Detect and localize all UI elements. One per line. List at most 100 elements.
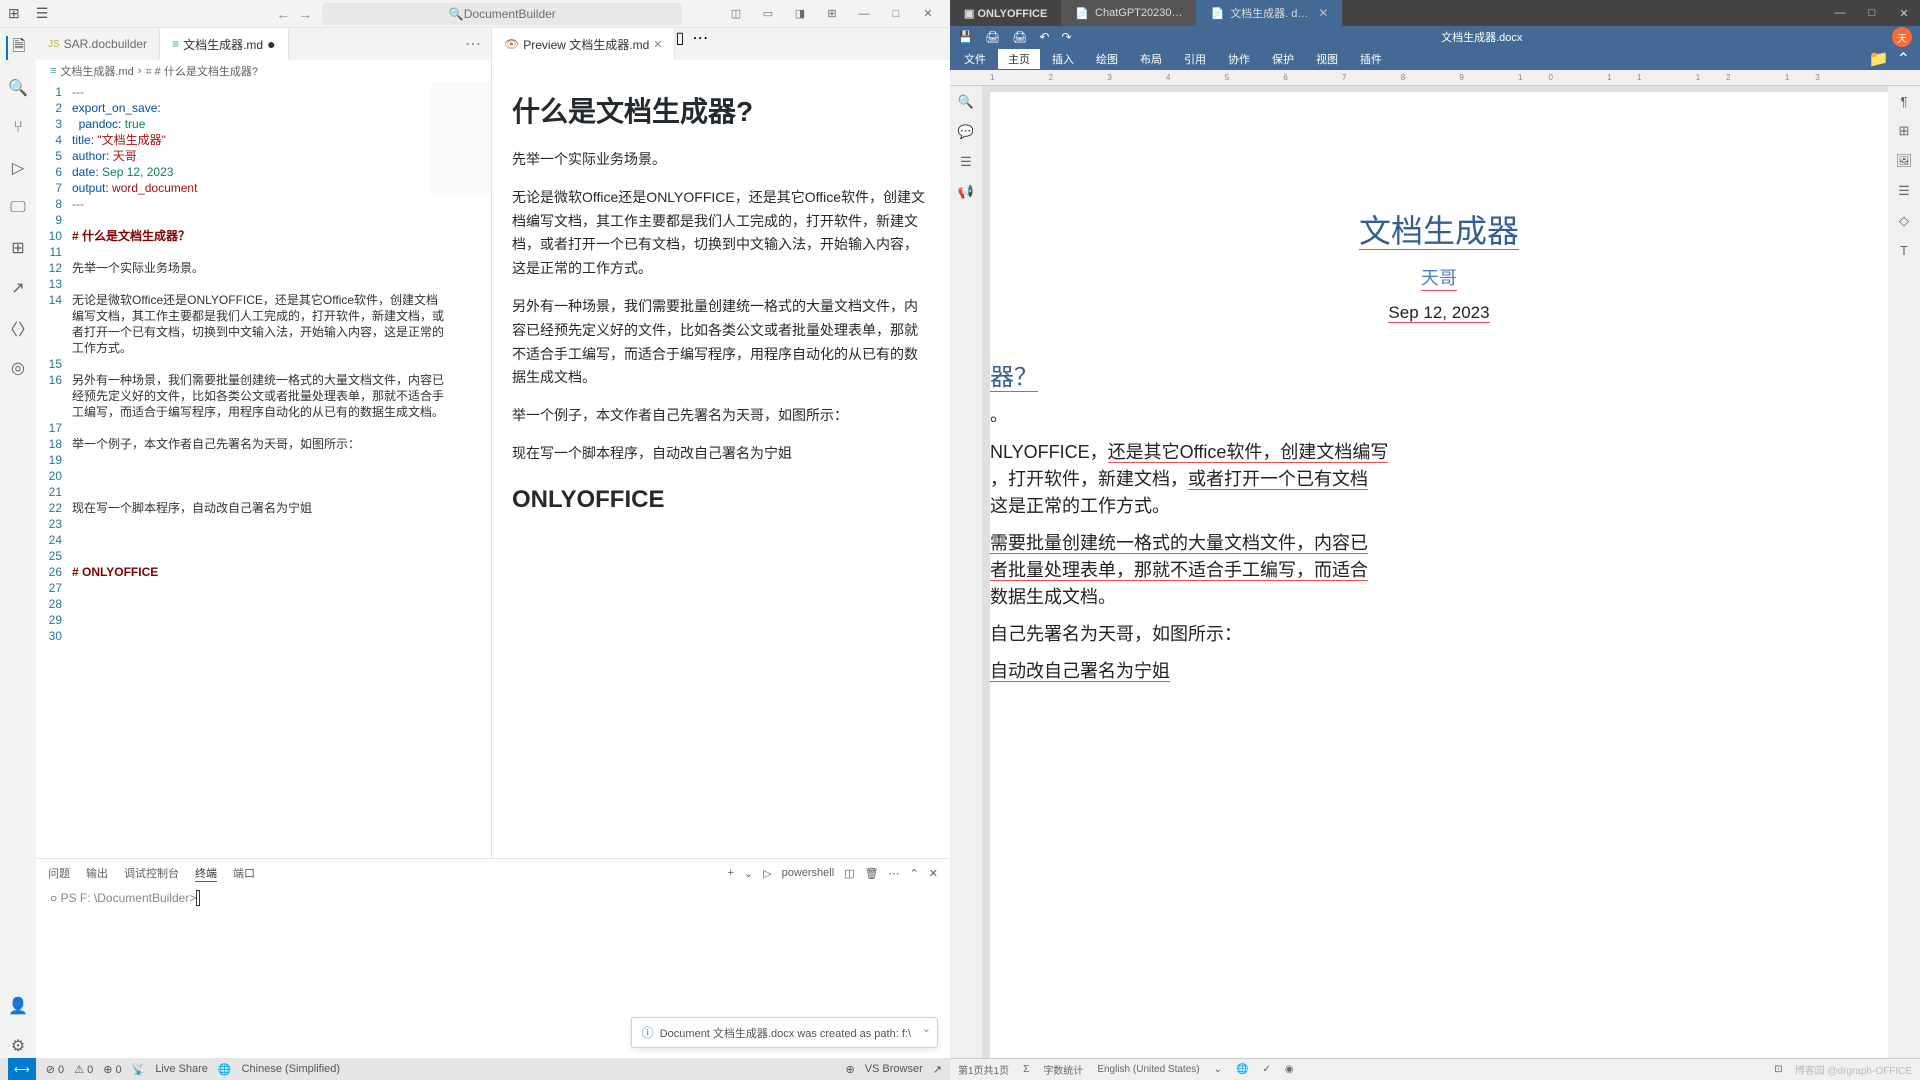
maximize-icon[interactable]: □	[1856, 0, 1888, 26]
panel-left-icon[interactable]: ◫	[722, 7, 750, 20]
panel-bottom-icon[interactable]: ▭	[754, 7, 782, 20]
status-liveshare[interactable]: Live Share	[155, 1063, 208, 1075]
extensions-icon[interactable]: ⊞	[6, 236, 30, 260]
status-errors[interactable]: ⊘ 0	[46, 1063, 64, 1076]
tab-sar[interactable]: JS SAR.docbuilder	[36, 28, 160, 60]
ai-icon[interactable]: ◎	[6, 356, 30, 380]
external-icon[interactable]: ↗	[933, 1063, 942, 1076]
document-page[interactable]: 文档生成器 天哥 Sep 12, 2023 器？ 。 NLYOFFICE，还是其…	[990, 92, 1888, 1058]
plus-icon[interactable]: +	[727, 867, 733, 879]
run-debug-icon[interactable]: ▷	[6, 156, 30, 180]
tab-docgen[interactable]: ≡ 文档生成器.md ●	[160, 28, 289, 60]
minimap[interactable]	[431, 82, 491, 644]
folder-icon[interactable]: 📁	[1869, 49, 1889, 69]
explorer-icon[interactable]: 🗎	[6, 36, 30, 60]
collapse-icon[interactable]: ⌄	[922, 1022, 931, 1035]
chevron-up-icon[interactable]: ⌃	[910, 867, 919, 880]
header-icon[interactable]: ☰	[1898, 183, 1910, 199]
preview-actions[interactable]: ▯⋯	[675, 28, 708, 60]
globe-icon[interactable]: 🌐	[1236, 1064, 1248, 1075]
panel-tab-ports[interactable]: 端口	[233, 865, 255, 881]
search-icon[interactable]: 🔍	[6, 76, 30, 100]
oo-tab-home[interactable]: ▣ ONLYOFFICE	[950, 0, 1061, 26]
menu-references[interactable]: 引用	[1174, 49, 1216, 69]
share-icon[interactable]: ↗	[6, 276, 30, 300]
menu-protect[interactable]: 保护	[1262, 49, 1304, 69]
menu-home[interactable]: 主页	[998, 49, 1040, 69]
search-icon[interactable]: 🔍	[958, 94, 974, 110]
source-control-icon[interactable]: ⑂	[6, 116, 30, 140]
close-icon[interactable]: ✕	[653, 38, 662, 51]
account-icon[interactable]: 👤	[6, 994, 30, 1018]
menu-collab[interactable]: 协作	[1218, 49, 1260, 69]
hamburger-icon[interactable]: ☰	[28, 5, 57, 22]
code-editor[interactable]: 1234567891011121314151617181920212223242…	[36, 82, 491, 644]
paragraph-icon[interactable]: ¶	[1901, 94, 1908, 109]
fit-icon[interactable]: ⊡	[1774, 1064, 1782, 1075]
close-icon[interactable]: ✕	[914, 7, 942, 20]
chevron-up-icon[interactable]: ⌃	[1897, 49, 1910, 69]
menu-file[interactable]: 文件	[954, 49, 996, 69]
tab-actions[interactable]: ⋯	[455, 28, 491, 60]
layout-icon[interactable]: ⊞	[818, 7, 846, 20]
command-center[interactable]: 🔍 DocumentBuilder	[322, 3, 682, 25]
headings-icon[interactable]: ☰	[960, 154, 972, 170]
print-icon[interactable]: 🖨	[985, 30, 1000, 44]
minimize-icon[interactable]: —	[1824, 0, 1856, 26]
feedback-icon[interactable]: 📢	[958, 184, 974, 200]
quickprint-icon[interactable]: 🖨	[1012, 30, 1027, 44]
status-language[interactable]: Chinese (Simplified)	[242, 1063, 340, 1075]
undo-icon[interactable]: ↶	[1039, 30, 1049, 44]
image-icon[interactable]: 🖼	[1896, 153, 1913, 169]
status-ports[interactable]: ⊕ 0	[103, 1063, 121, 1076]
spellcheck-icon[interactable]: ✓	[1262, 1064, 1270, 1075]
breadcrumb[interactable]: ≡ 文档生成器.md › ⌗ # 什么是文档生成器?	[36, 60, 491, 82]
word-count[interactable]: 字数统计	[1043, 1062, 1083, 1077]
panel-tab-problems[interactable]: 问题	[48, 865, 70, 881]
maximize-icon[interactable]: □	[882, 8, 910, 20]
trash-icon[interactable]: 🗑	[865, 867, 879, 880]
remote-indicator[interactable]: ⟷	[8, 1058, 36, 1080]
lang-dropdown-icon[interactable]: ⌄	[1214, 1064, 1222, 1075]
status-browser[interactable]: VS Browser	[865, 1063, 923, 1076]
preview-tab[interactable]: 👁 Preview 文档生成器.md ✕	[492, 28, 675, 60]
back-icon[interactable]: ←	[276, 6, 290, 22]
ruler[interactable]: 1 2 3 4 5 6 7 8 9 10 11 12 13	[950, 70, 1920, 86]
text-icon[interactable]: T	[1900, 243, 1908, 258]
close-icon[interactable]: ✕	[1888, 0, 1920, 26]
oo-tab-doc[interactable]: 📄文档生成器. d…✕	[1196, 0, 1342, 26]
panel-tab-terminal[interactable]: 终端	[195, 865, 217, 882]
menu-insert[interactable]: 插入	[1042, 49, 1084, 69]
close-icon[interactable]: ✕	[1318, 6, 1328, 20]
forward-icon[interactable]: →	[298, 6, 312, 22]
notification-toast[interactable]: ⓘ Document 文档生成器.docx was created as pat…	[631, 1017, 938, 1048]
panel-tab-debug[interactable]: 调试控制台	[124, 865, 179, 881]
shell-label[interactable]: powershell	[782, 867, 835, 879]
oo-tab-chat[interactable]: 📄ChatGPT20230…	[1061, 0, 1196, 26]
panel-right-icon[interactable]: ◨	[786, 7, 814, 20]
menu-draw[interactable]: 绘图	[1086, 49, 1128, 69]
more-icon[interactable]: ⋯	[889, 867, 900, 880]
doc-language[interactable]: English (United States)	[1097, 1064, 1199, 1075]
track-icon[interactable]: ◉	[1285, 1064, 1294, 1075]
close-icon[interactable]: ✕	[929, 867, 938, 880]
menu-layout[interactable]: 布局	[1130, 49, 1172, 69]
comments-icon[interactable]: 💬	[958, 124, 974, 140]
menu-view[interactable]: 视图	[1306, 49, 1348, 69]
panel-tab-output[interactable]: 输出	[86, 865, 108, 881]
save-icon[interactable]: 💾	[958, 30, 973, 44]
remote-icon[interactable]: 🖵	[6, 196, 30, 220]
page-count[interactable]: 第1页共1页	[958, 1062, 1009, 1077]
redo-icon[interactable]: ↷	[1061, 30, 1071, 44]
status-warnings[interactable]: ⚠ 0	[74, 1063, 93, 1076]
shape-icon[interactable]: ◇	[1899, 213, 1909, 229]
settings-icon[interactable]: ⚙	[6, 1034, 30, 1058]
user-avatar[interactable]: 天	[1892, 27, 1912, 47]
book-icon[interactable]: ▯	[675, 30, 684, 47]
chevron-down-icon[interactable]: ⌄	[744, 867, 753, 880]
minimize-icon[interactable]: —	[850, 8, 878, 20]
menu-plugins[interactable]: 插件	[1350, 49, 1392, 69]
split-icon[interactable]: ◫	[844, 867, 854, 880]
code-icon[interactable]: 〈〉	[6, 316, 30, 340]
table-icon[interactable]: ⊞	[1899, 123, 1910, 139]
